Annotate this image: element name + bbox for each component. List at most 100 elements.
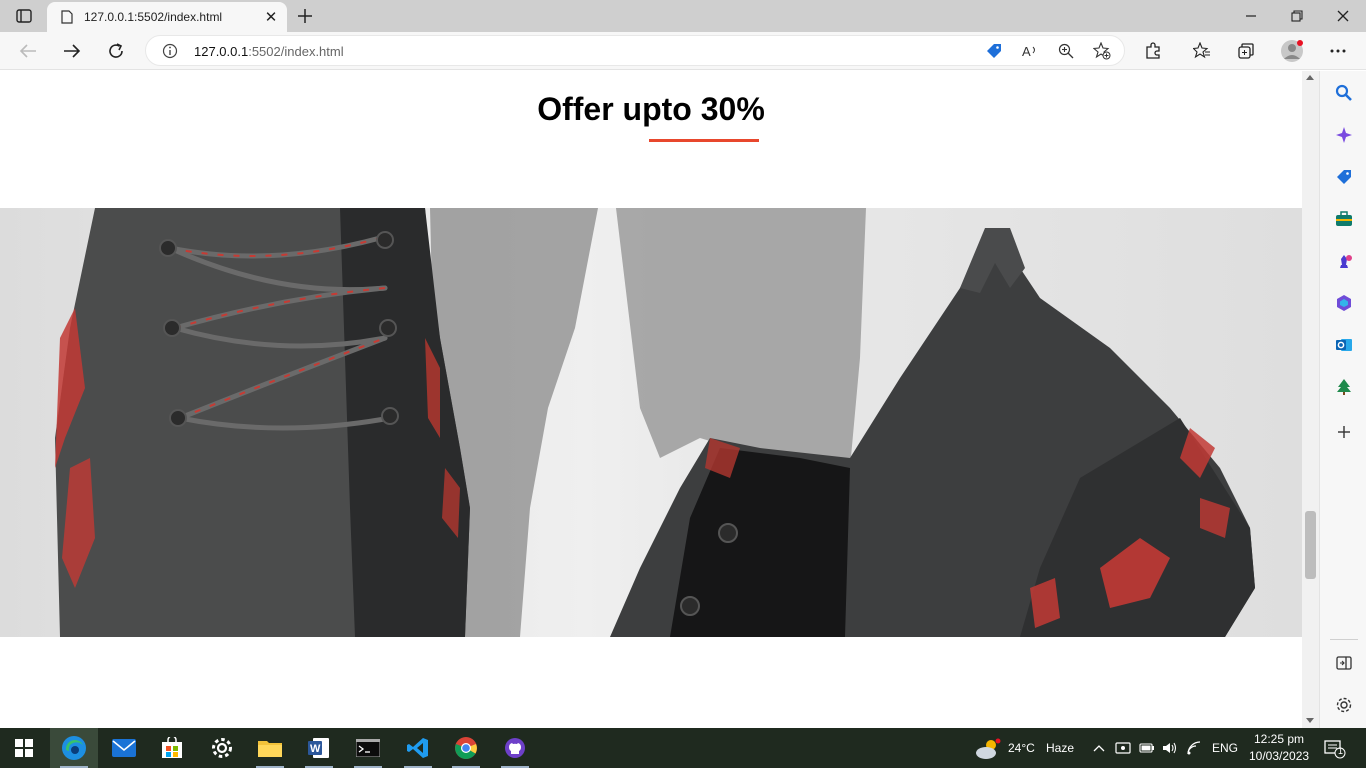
shopping-tag-icon[interactable] [982,40,1006,62]
url-path: :5502/index.html [248,44,344,59]
puzzle-icon [1146,42,1160,59]
browser-toolbar: 127.0.0.1:5502/index.html A [0,32,1366,70]
weather-icon[interactable] [974,738,1002,760]
svg-text:A: A [1022,44,1031,59]
terminal-icon [356,739,380,757]
hide-sidebar-icon [1336,656,1352,670]
heading-underline [649,139,759,142]
vscode-icon [407,738,428,758]
new-tab-button[interactable] [292,4,318,28]
refresh-button[interactable] [102,37,130,65]
scrollbar-thumb[interactable] [1305,511,1316,579]
sidebar-divider [1330,639,1358,640]
minimize-button[interactable] [1228,0,1274,32]
scroll-down-arrow-icon[interactable] [1306,718,1314,723]
tag-icon [1337,170,1351,184]
extensions-button[interactable] [1139,37,1167,65]
chess-piece-icon [1340,255,1352,268]
battery-icon[interactable] [1139,740,1155,756]
add-favorite-icon[interactable] [1090,40,1114,62]
sidebar-drop-button[interactable] [1331,374,1357,400]
sparkle-icon [1336,127,1352,143]
outlook-icon [1336,339,1352,351]
back-arrow-icon [19,44,36,58]
language-indicator[interactable]: ENG [1212,741,1238,755]
taskbar-word[interactable]: W [295,728,343,768]
page-viewport: Offer upto 30% [0,71,1302,728]
active-tab[interactable]: 127.0.0.1:5502/index.html ✕ [47,2,287,32]
taskbar-store[interactable] [148,728,196,768]
sidebar-copilot-button[interactable] [1331,122,1357,148]
weather-condition[interactable]: Haze [1046,741,1074,755]
url-text[interactable]: 127.0.0.1:5502/index.html [194,44,344,59]
site-info-icon[interactable] [162,43,178,59]
offer-heading: Offer upto 30% [537,91,765,127]
clock-date[interactable]: 10/03/2023 [1249,749,1309,763]
wifi-icon[interactable] [1187,740,1203,756]
store-icon [162,737,182,758]
sidebar-hide-button[interactable] [1331,650,1357,676]
plus-icon [1338,426,1350,438]
taskbar-chrome[interactable] [442,728,490,768]
tab-actions-button[interactable] [10,6,38,26]
file-explorer-icon [258,741,282,757]
shoe-banner-illustration [55,208,1255,637]
zoom-icon[interactable] [1054,40,1078,62]
sidebar-outlook-button[interactable] [1331,332,1357,358]
taskbar-settings[interactable] [198,728,246,768]
tab-actions-icon [16,9,32,23]
scroll-up-arrow-icon[interactable] [1306,75,1314,80]
meet-now-icon[interactable] [1115,740,1131,756]
profile-button[interactable] [1278,37,1306,65]
search-icon [1335,84,1352,101]
plus-icon [298,9,312,23]
sidebar-add-button[interactable] [1331,419,1357,445]
svg-text:W: W [310,743,321,755]
settings-menu-button[interactable] [1324,37,1352,65]
sidebar-microsoft365-button[interactable] [1331,290,1357,316]
page-scrollbar[interactable] [1302,71,1319,728]
sidebar-search-button[interactable] [1331,80,1357,106]
tab-close-button[interactable]: ✕ [259,5,283,29]
restore-button[interactable] [1274,0,1320,32]
taskbar-mail[interactable] [100,728,148,768]
start-button[interactable] [0,728,48,768]
gear-icon [1336,697,1352,713]
close-window-button[interactable] [1320,0,1366,32]
close-icon [1337,10,1349,22]
favorites-button[interactable] [1188,37,1216,65]
offer-banner-image [0,208,1302,637]
microsoft365-icon [1337,295,1351,311]
mail-icon [112,739,136,757]
restore-icon [1291,10,1303,22]
sidebar-tools-button[interactable] [1331,206,1357,232]
avatar-icon [1281,40,1303,62]
sidebar-settings-button[interactable] [1331,692,1357,718]
volume-icon[interactable] [1162,740,1178,756]
collections-button[interactable] [1232,37,1260,65]
chevron-up-icon[interactable] [1091,740,1107,756]
weather-temp[interactable]: 24°C [1008,741,1035,755]
forward-arrow-icon [64,44,81,58]
read-aloud-icon[interactable]: A [1018,40,1042,62]
taskbar-file-explorer[interactable] [246,728,294,768]
minimize-icon [1246,15,1256,17]
page-icon [59,9,75,25]
clock-time[interactable]: 12:25 pm [1254,732,1304,746]
forward-button[interactable] [58,37,86,65]
notification-center-icon[interactable]: 1 [1324,739,1346,759]
sidebar-shopping-button[interactable] [1331,164,1357,190]
notification-count: 1 [1338,746,1344,756]
taskbar-terminal[interactable] [344,728,392,768]
back-button[interactable] [14,37,42,65]
url-host: 127.0.0.1 [194,44,249,59]
address-bar[interactable]: 127.0.0.1:5502/index.html A [145,35,1125,66]
edge-icon [62,736,86,760]
more-icon [1330,49,1346,53]
taskbar-edge[interactable] [50,728,98,768]
chrome-icon [455,737,477,759]
collections-icon [1238,43,1254,59]
taskbar-github-desktop[interactable] [491,728,539,768]
sidebar-games-button[interactable] [1331,248,1357,274]
taskbar-vscode[interactable] [394,728,442,768]
